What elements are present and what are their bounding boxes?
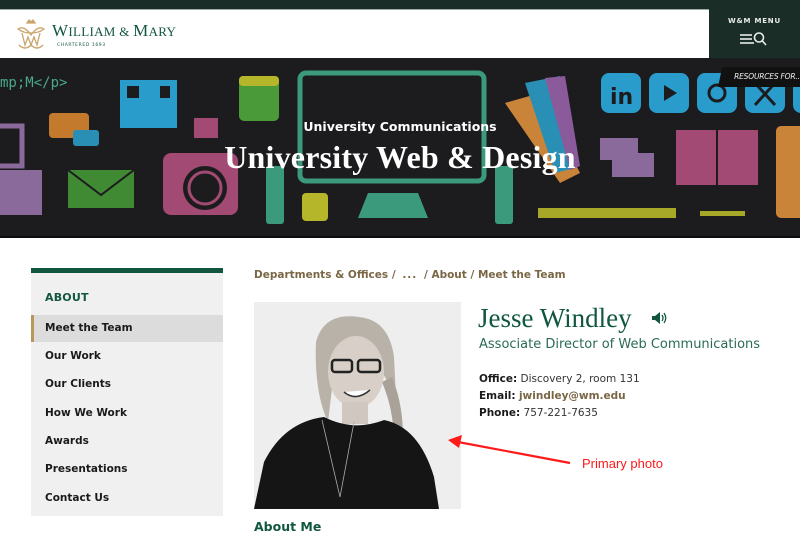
banner-kicker[interactable]: University Communications bbox=[0, 119, 800, 134]
sidebar-item-our-work[interactable]: Our Work bbox=[31, 343, 223, 370]
brand-name-w: W bbox=[52, 21, 69, 40]
hero-banner: in mp;M</p> RESOURCES FOR... University … bbox=[0, 58, 800, 238]
about-me-heading: About Me bbox=[254, 519, 322, 534]
phone-label: Phone: bbox=[479, 407, 521, 419]
mug-icon bbox=[302, 193, 328, 221]
site-header: WILLIAM & MARY CHARTERED 1693 bbox=[0, 9, 709, 58]
wm-cypher-icon[interactable] bbox=[14, 17, 48, 53]
profile-job-title: Associate Director of Web Communications bbox=[479, 337, 761, 352]
breadcrumb-ellipsis[interactable]: ... bbox=[402, 269, 417, 281]
phone-value: 757-221-7635 bbox=[523, 407, 598, 419]
email-label: Email: bbox=[479, 390, 516, 402]
profile-office: Office: Discovery 2, room 131 bbox=[479, 373, 640, 385]
banner-title: University Web & Design bbox=[224, 139, 576, 175]
email-link[interactable]: jwindley@wm.edu bbox=[519, 390, 626, 402]
sidebar-item-how-we-work[interactable]: How We Work bbox=[31, 400, 223, 427]
profile-name: Jesse Windley bbox=[478, 303, 632, 333]
office-value: Discovery 2, room 131 bbox=[520, 373, 640, 385]
code-snippet: mp;M</p> bbox=[0, 75, 68, 91]
sidebar-item-awards[interactable]: Awards bbox=[31, 428, 223, 455]
profile-phone: Phone: 757-221-7635 bbox=[479, 407, 598, 419]
breadcrumb-separator: / bbox=[423, 269, 428, 281]
office-label: Office: bbox=[479, 373, 518, 385]
breadcrumb-departments[interactable]: Departments & Offices bbox=[254, 269, 388, 281]
annotation-arrow-icon bbox=[448, 435, 571, 465]
sidebar-nav: ABOUT Meet the Team Our Work Our Clients… bbox=[31, 268, 223, 516]
banner-divider bbox=[0, 236, 800, 238]
resources-for-button[interactable]: RESOURCES FOR... bbox=[718, 67, 800, 87]
ruler-icon bbox=[538, 208, 676, 218]
profile-email: Email: jwindley@wm.edu bbox=[479, 390, 626, 402]
resources-label: RESOURCES FOR... bbox=[734, 72, 800, 81]
menu-label: W&M MENU bbox=[728, 17, 781, 25]
breadcrumb-about[interactable]: About bbox=[431, 269, 466, 281]
menu-search-icon bbox=[740, 32, 767, 46]
breadcrumb-separator: / bbox=[470, 269, 475, 281]
brand-name-illiam: ILLIAM & bbox=[68, 24, 134, 39]
wm-menu-button[interactable]: W&M MENU bbox=[709, 0, 800, 58]
breadcrumb-separator: / bbox=[391, 269, 396, 281]
brand-name-ary: ARY bbox=[148, 24, 177, 39]
profile-photo bbox=[254, 302, 461, 509]
sidebar-item-meet-the-team[interactable]: Meet the Team bbox=[31, 315, 223, 342]
breadcrumb: Departments & Offices / ... / About / Me… bbox=[254, 269, 566, 281]
pencil-icon bbox=[700, 211, 745, 216]
svg-text:in: in bbox=[610, 85, 633, 110]
brand-name-m: M bbox=[133, 21, 149, 40]
brand-subtitle: CHARTERED 1693 bbox=[57, 43, 106, 48]
top-bar bbox=[0, 0, 800, 9]
sidebar-item-our-clients[interactable]: Our Clients bbox=[31, 371, 223, 398]
sidebar-heading[interactable]: ABOUT bbox=[45, 291, 89, 304]
youtube-icon bbox=[649, 73, 689, 113]
brand-name[interactable]: WILLIAM & MARY bbox=[52, 21, 176, 41]
annotation-label: Primary photo bbox=[582, 456, 663, 471]
breadcrumb-current: Meet the Team bbox=[477, 269, 566, 281]
speaker-icon[interactable] bbox=[651, 311, 669, 325]
sidebar-item-contact-us[interactable]: Contact Us bbox=[31, 485, 223, 512]
linkedin-icon: in bbox=[601, 73, 641, 113]
sidebar-item-presentations[interactable]: Presentations bbox=[31, 456, 223, 483]
calendar-icon bbox=[239, 76, 279, 121]
